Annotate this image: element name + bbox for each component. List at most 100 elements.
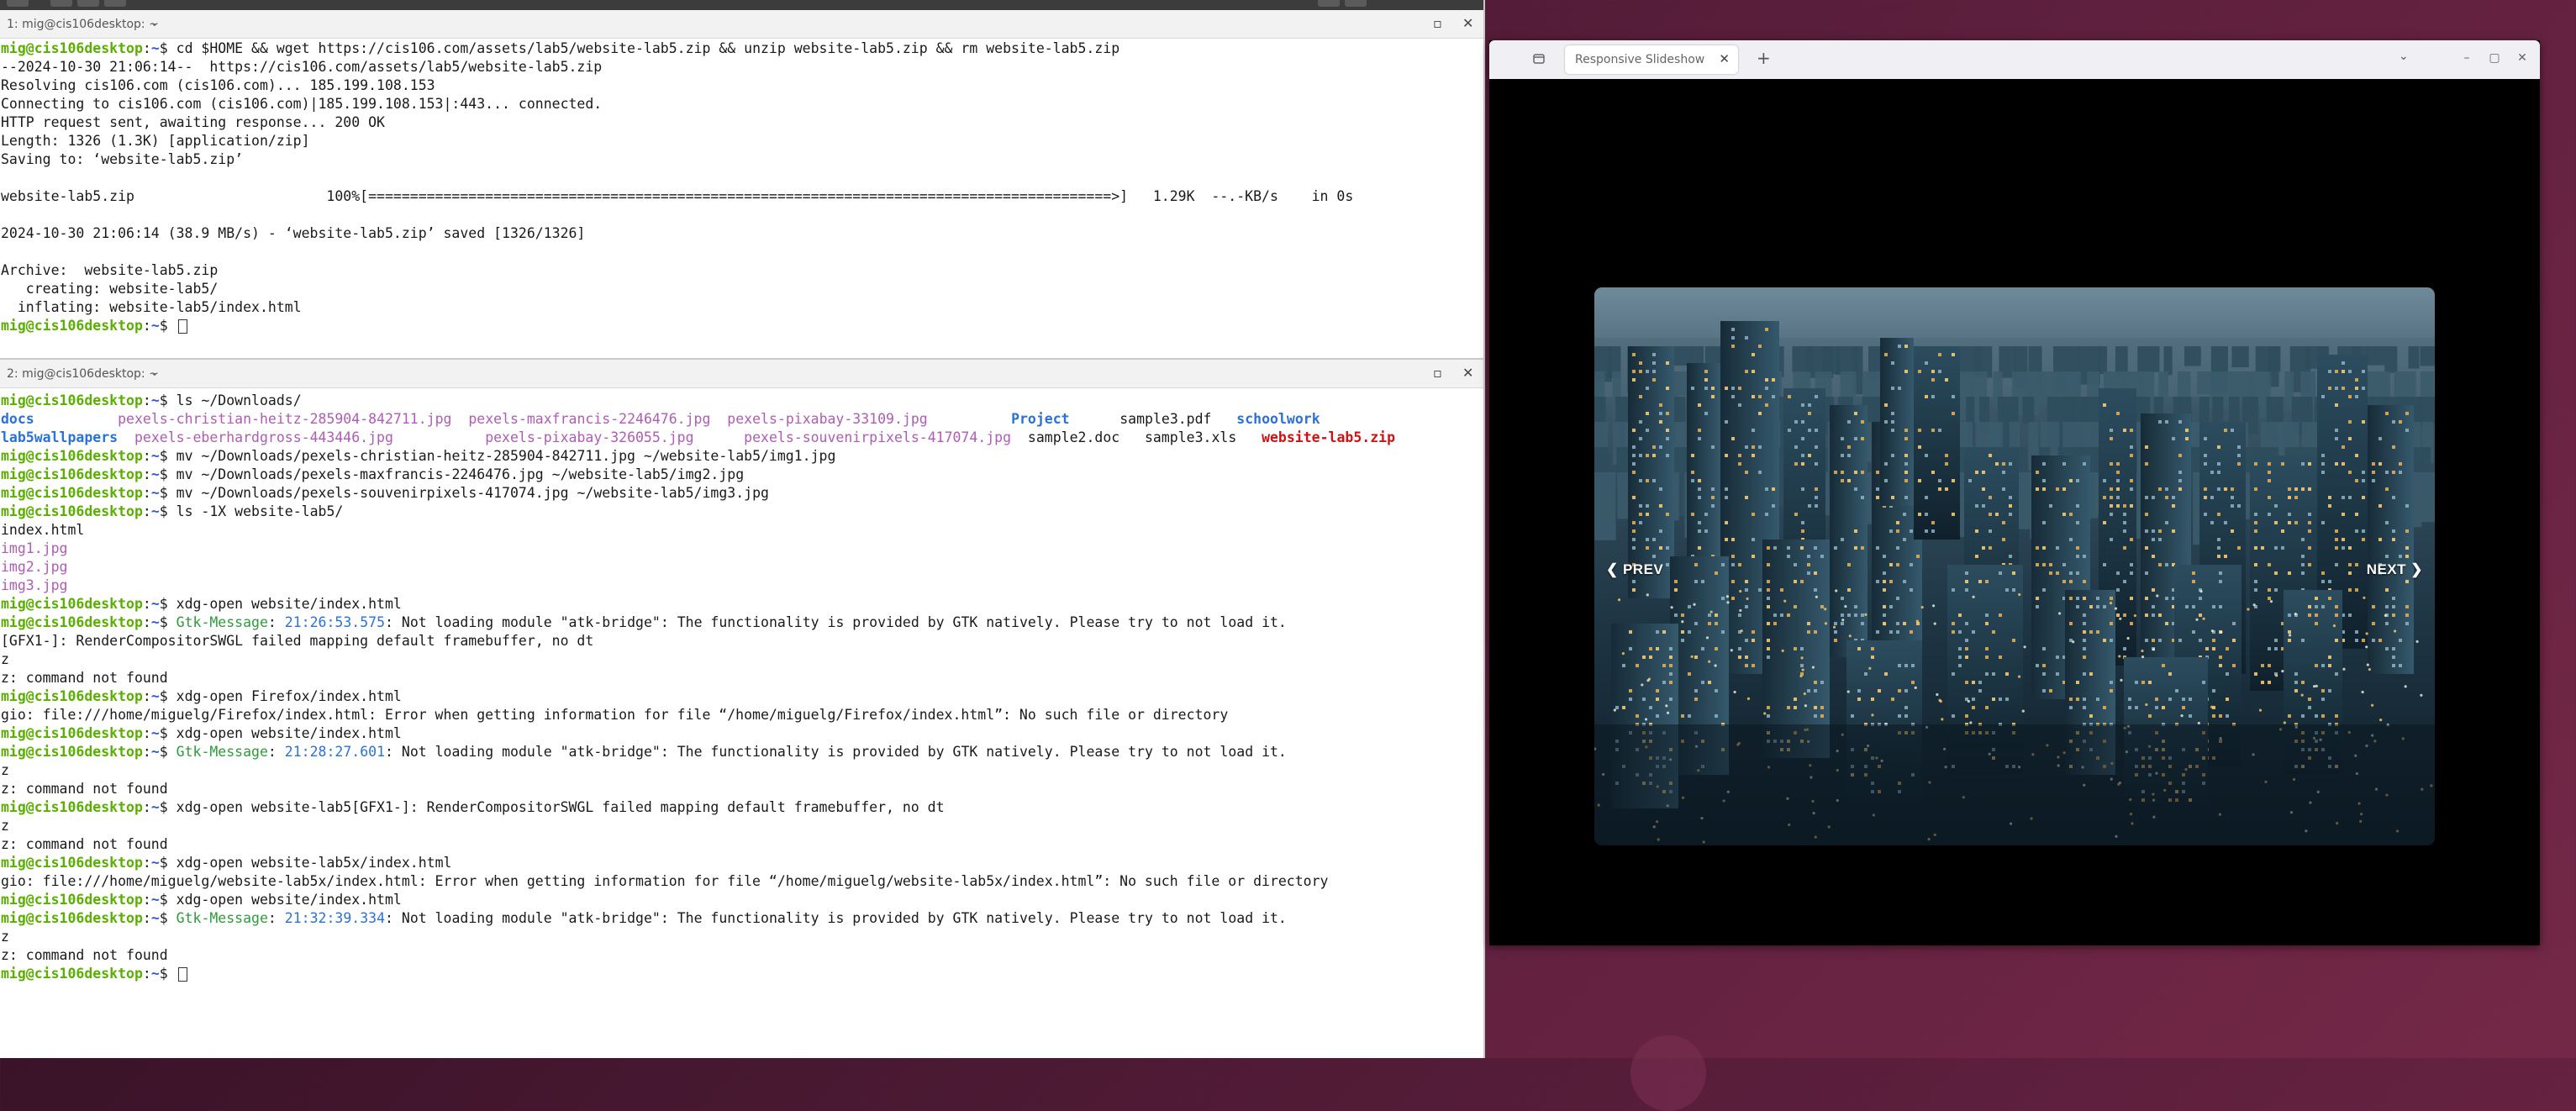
tab-responsive-slideshow[interactable]: Responsive Slideshow ✕ (1565, 45, 1738, 74)
street-light (2057, 612, 2062, 615)
terminal-pane-2[interactable]: mig@cis106desktop:~$ ls ~/Downloads/docs… (0, 392, 1483, 1058)
close-icon[interactable]: ✕ (2515, 50, 2530, 66)
building-window (1731, 328, 1735, 331)
building (2300, 371, 2315, 402)
building-window (2165, 563, 2168, 566)
terminal-text: : (142, 318, 151, 334)
building-window (1975, 471, 1978, 474)
strip-button[interactable] (50, 0, 72, 7)
pane2-titlebar[interactable]: 2: mig@cis106desktop: ~ ⌄ ▫ ✕ (0, 360, 1483, 388)
maximize-icon[interactable]: ▢ (2487, 50, 2502, 66)
tab-list-chevron-icon[interactable]: ⌄ (2399, 50, 2409, 63)
terminal-text: Connecting to cis106.com (cis106.com)|18… (1, 96, 603, 112)
strip-button[interactable] (104, 0, 126, 7)
close-icon[interactable]: ✕ (1462, 15, 1473, 31)
building-window (2123, 529, 2126, 533)
building-window (1701, 580, 1704, 583)
building-window (2152, 613, 2155, 617)
building-window (1904, 429, 1908, 432)
building (2384, 346, 2398, 373)
page-viewport[interactable]: ❮ PREV NEXT ❯ (1489, 79, 2540, 945)
tab-overview-icon[interactable] (1531, 50, 1546, 66)
building-window (1883, 571, 1886, 575)
building-window (1632, 353, 1636, 356)
street-light (1920, 605, 1924, 609)
chevron-down-icon[interactable]: ⌄ (150, 366, 160, 379)
street-light (1844, 604, 1847, 608)
street-light (2252, 603, 2256, 607)
building-window (1807, 571, 1810, 575)
building-window (2254, 563, 2257, 566)
building-window (1659, 529, 1662, 533)
building-window (2009, 513, 2012, 516)
pane1-titlebar[interactable]: 1: mig@cis106desktop: ~ ⌄ ▫ ✕ (0, 10, 1483, 39)
building-window (2405, 555, 2409, 558)
terminal-line: mig@cis106desktop:~$ mv ~/Downloads/pexe… (1, 447, 1483, 466)
chevron-down-icon[interactable]: ⌄ (150, 16, 160, 29)
terminal-window[interactable]: 1: mig@cis106desktop: ~ ⌄ ▫ ✕ mig@cis106… (0, 0, 1485, 1058)
building-window (1925, 529, 1928, 533)
building-window (1698, 529, 1701, 533)
building-window (2405, 546, 2409, 550)
maximize-icon[interactable]: ▫ (1433, 15, 1442, 31)
maximize-icon[interactable]: ▫ (1433, 365, 1442, 381)
prompt-user: mig@cis106desktop (1, 855, 143, 871)
building-window (1773, 546, 1777, 550)
building-window (2224, 555, 2227, 558)
building-window (2288, 571, 2291, 575)
strip-button[interactable] (7, 0, 29, 7)
building-window (2348, 613, 2352, 617)
building-window (2237, 504, 2241, 508)
building-window (2392, 597, 2395, 600)
tab-close-icon[interactable]: ✕ (1719, 51, 1730, 66)
building (2418, 397, 2435, 426)
building-window (2281, 546, 2284, 550)
building-window (2385, 605, 2389, 608)
street-light (1915, 619, 1919, 623)
building-window (1652, 361, 1656, 365)
next-button[interactable]: NEXT ❯ (2367, 561, 2423, 578)
building-window (1652, 479, 1656, 482)
building-window (1711, 395, 1715, 398)
building-window (1847, 563, 1851, 566)
new-tab-icon[interactable]: + (1757, 48, 1771, 68)
terminal-text: $ xdg-open website-lab5[GFX1-]: RenderCo… (159, 799, 945, 815)
browser-window[interactable]: Responsive Slideshow ✕ + ⌄ – ▢ ✕ ❮ PREV … (1489, 40, 2540, 945)
building-window (1773, 613, 1777, 617)
building-window (2128, 698, 2131, 701)
pane2-title: 2: mig@cis106desktop: ~ (7, 367, 159, 381)
terminal-text: pexels-maxfrancis-2246476.jpg (468, 411, 711, 427)
strip-button[interactable] (77, 0, 99, 7)
building-window (1767, 546, 1770, 550)
building-window (2219, 605, 2222, 608)
building-window (2378, 462, 2382, 466)
prev-button[interactable]: ❮ PREV (1606, 561, 1663, 578)
building-window (1884, 672, 1888, 676)
building-window (2321, 521, 2325, 524)
close-icon[interactable]: ✕ (1462, 365, 1473, 381)
building-window (2012, 588, 2015, 592)
building-window (2335, 613, 2338, 617)
building-window (1738, 656, 1741, 659)
building-window (2178, 420, 2182, 424)
terminal-text: : (142, 448, 151, 464)
terminal-text: Saving to: ‘website-lab5.zip’ (1, 151, 244, 167)
building-window (2321, 471, 2325, 474)
building-window (1898, 714, 1901, 718)
building-window (1841, 437, 1844, 440)
strip-button[interactable] (1345, 0, 1367, 7)
building-window (2005, 698, 2009, 701)
building-window (2321, 605, 2325, 608)
terminal-pane-1[interactable]: mig@cis106desktop:~$ cd $HOME && wget ht… (0, 39, 1483, 356)
building-window (2165, 487, 2168, 491)
building (2421, 472, 2435, 523)
street-light (1763, 712, 1767, 715)
building-window (1841, 613, 1844, 617)
building-window (2232, 664, 2236, 667)
building-window (1642, 698, 1646, 701)
building-window (1841, 622, 1844, 625)
strip-button[interactable] (1318, 0, 1340, 7)
building-window (1767, 647, 1770, 650)
building-window (1985, 672, 1989, 676)
minimize-icon[interactable]: – (2459, 50, 2474, 66)
